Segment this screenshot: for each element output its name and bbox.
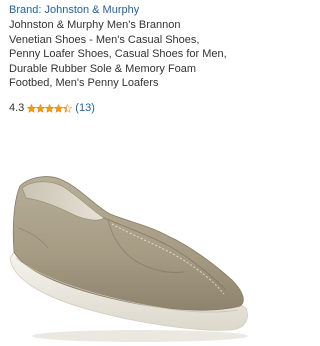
product-image[interactable] [0, 118, 250, 346]
product-title-line: Footbed, Men's Penny Loafers [9, 77, 159, 90]
product-title-line: Johnston & Murphy Men's Brannon [9, 19, 181, 31]
product-title: Johnston & Murphy Men's Brannon Venetian… [9, 18, 245, 91]
product-title-line: Penny Loafer Shoes, Casual Shoes for Men… [9, 48, 227, 61]
product-title-line: Venetian Shoes - Men's Casual Shoes, [9, 33, 200, 46]
rating-count-link[interactable]: (13) [75, 101, 95, 115]
rating-row[interactable]: 4.3 (13) [9, 101, 95, 115]
partial-star-icon [63, 103, 73, 113]
star-icon [45, 103, 55, 113]
star-icon [54, 103, 64, 113]
product-title-line: Durable Rubber Sole & Memory Foam [9, 62, 197, 75]
brand-link[interactable]: Brand: Johnston & Murphy [9, 4, 139, 17]
star-icon [27, 103, 37, 113]
product-listing: Brand: Johnston & Murphy Johnston & Murp… [0, 0, 250, 346]
loafer-shoe-image [9, 176, 248, 342]
star-rating[interactable] [27, 103, 73, 113]
star-icon [36, 103, 46, 113]
rating-value: 4.3 [9, 102, 25, 114]
